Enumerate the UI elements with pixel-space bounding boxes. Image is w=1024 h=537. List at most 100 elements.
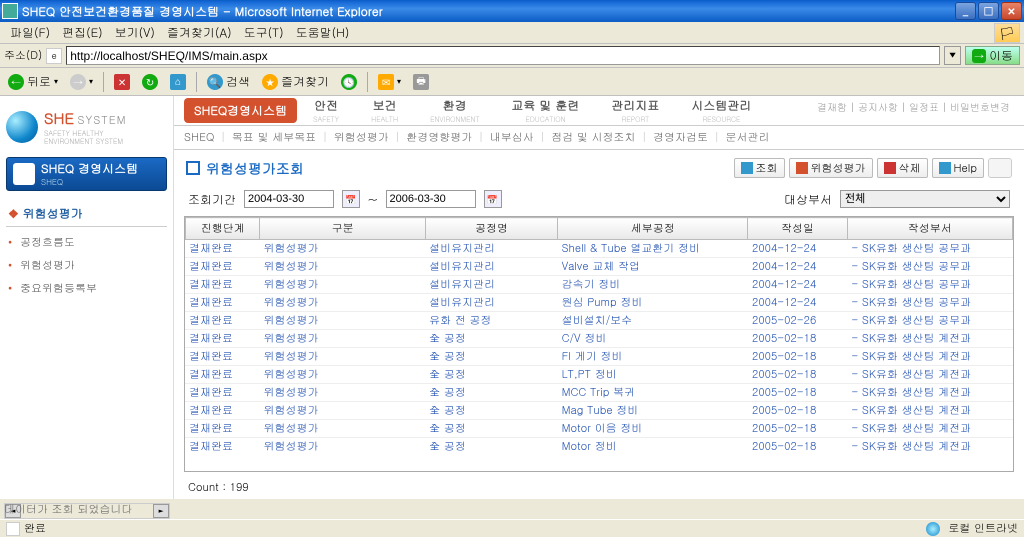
column-header[interactable]: 진행단계 bbox=[186, 218, 260, 240]
topnav-tab[interactable]: 관리지표REPORT bbox=[595, 97, 675, 124]
go-arrow-icon: → bbox=[972, 49, 986, 63]
riskassess-icon bbox=[796, 162, 808, 174]
date-from-input[interactable] bbox=[244, 190, 334, 208]
grid-body-scroll[interactable]: 결재완료위험성평가설비유지관리Shell & Tube 열교환기 정비2004-… bbox=[185, 240, 1013, 452]
forward-button[interactable]: →▾ bbox=[66, 71, 97, 93]
table-row[interactable]: 결재완료위험성평가설비유지관리Valve 교체 작업2004-12-24- SK… bbox=[185, 258, 1013, 276]
table-row[interactable]: 결재완료위험성평가全 공정C/V 정비2005-02-18- SK유화 생산팀 … bbox=[185, 330, 1013, 348]
topnav-tab[interactable]: 교육 및 훈련EDUCATION bbox=[495, 97, 595, 124]
topnav-tab[interactable]: 시스템관리RESOURCE bbox=[675, 97, 767, 124]
util-link[interactable]: 공지사항 bbox=[858, 100, 898, 114]
nav-title-icon: ❖ bbox=[8, 205, 19, 222]
nav-item[interactable]: 중요위험등록부 bbox=[6, 277, 167, 300]
nav-section-title: ❖위험성평가 bbox=[6, 201, 167, 227]
minimize-button[interactable]: _ bbox=[955, 2, 976, 20]
table-row[interactable]: 결재완료위험성평가全 공정Motor 정비2005-02-18- SK유화 생산… bbox=[185, 438, 1013, 453]
go-button[interactable]: →이동 bbox=[965, 46, 1020, 65]
sheq-system-button[interactable]: SHEQ 경영시스템 SHEQ bbox=[6, 157, 167, 191]
subnav-item[interactable]: 환경영향평가 bbox=[406, 130, 472, 145]
dept-select[interactable]: 전체 bbox=[840, 190, 1010, 208]
column-header[interactable]: 작성일 bbox=[748, 218, 847, 240]
topnav-tab[interactable]: SHEQ경영시스템 bbox=[184, 98, 297, 123]
close-button[interactable]: ✕ bbox=[1001, 2, 1022, 20]
subnav-item[interactable]: SHEQ bbox=[184, 130, 214, 145]
plug-icon bbox=[988, 158, 1012, 178]
column-header[interactable]: 구분 bbox=[260, 218, 425, 240]
table-row[interactable]: 결재완료위험성평가설비유지관리원심 Pump 정비2004-12-24- SK유… bbox=[185, 294, 1013, 312]
status-done-icon bbox=[6, 522, 20, 536]
subnav-item[interactable]: 경영자검토 bbox=[653, 130, 708, 145]
action-delete[interactable]: 삭제 bbox=[877, 158, 928, 178]
menu-item[interactable]: 도구(T) bbox=[238, 22, 290, 43]
maximize-button[interactable]: □ bbox=[978, 2, 999, 20]
table-row[interactable]: 결재완료위험성평가全 공정LT,PT 정비2005-02-18- SK유화 생산… bbox=[185, 366, 1013, 384]
menu-item[interactable]: 도움말(H) bbox=[290, 22, 356, 43]
mail-icon: ✉ bbox=[378, 74, 394, 90]
subnav-item[interactable]: 위험성평가 bbox=[334, 130, 389, 145]
table-row[interactable]: 결재완료위험성평가全 공정MCC Trip 복귀2005-02-18- SK유화… bbox=[185, 384, 1013, 402]
sub-nav: SHEQ|목표 및 세부목표|위험성평가|환경영향평가|내부심사|점검 및 시정… bbox=[174, 126, 1024, 150]
home-button[interactable]: ⌂ bbox=[166, 71, 190, 93]
favorites-button[interactable]: ★즐겨찾기 bbox=[258, 71, 333, 93]
subnav-item[interactable]: 내부심사 bbox=[490, 130, 534, 145]
sidebar: SHE SYSTEM SAFETY HEALTHY ENVIRONMENT SY… bbox=[0, 96, 174, 499]
print-button[interactable]: 🖶 bbox=[409, 71, 433, 93]
mail-button[interactable]: ✉▾ bbox=[374, 71, 405, 93]
dept-label: 대상부서 bbox=[784, 191, 832, 208]
subnav-item[interactable]: 점검 및 시정조치 bbox=[551, 130, 635, 145]
help-icon bbox=[939, 162, 951, 174]
topnav-tab[interactable]: 환경ENVIRONMENT bbox=[414, 97, 495, 124]
menu-item[interactable]: 편집(E) bbox=[56, 22, 109, 43]
table-row[interactable]: 결재완료위험성평가설비유지관리Shell & Tube 열교환기 정비2004-… bbox=[185, 240, 1013, 258]
address-input[interactable] bbox=[66, 46, 940, 65]
address-dropdown[interactable]: ▼ bbox=[944, 46, 961, 65]
util-link[interactable]: 비밀번호변경 bbox=[950, 100, 1010, 114]
loading-status: 데이터가 조회 되었습니다 bbox=[4, 502, 132, 517]
column-header[interactable]: 공정명 bbox=[425, 218, 557, 240]
status-right: 로컬 인트라넷 bbox=[948, 521, 1018, 536]
stop-button[interactable]: ✕ bbox=[110, 71, 134, 93]
refresh-button[interactable]: ↻ bbox=[138, 71, 162, 93]
util-link[interactable]: 일정표 bbox=[909, 100, 939, 114]
page-actions: 조회 위험성평가 삭제 Help bbox=[734, 158, 1012, 178]
scroll-right-button[interactable]: ► bbox=[153, 504, 169, 518]
action-riskassess[interactable]: 위험성평가 bbox=[789, 158, 873, 178]
back-button[interactable]: ←뒤로▾ bbox=[4, 71, 62, 93]
action-query[interactable]: 조회 bbox=[734, 158, 785, 178]
history-button[interactable]: 🕓 bbox=[337, 71, 361, 93]
subnav-item[interactable]: 목표 및 세부목표 bbox=[232, 130, 316, 145]
menu-item[interactable]: 즐겨찾기(A) bbox=[161, 22, 238, 43]
topnav-tab[interactable]: 보건HEALTH bbox=[355, 97, 414, 124]
grid-header-table: 진행단계구분공정명세부공정작성일작성부서 bbox=[185, 217, 1013, 240]
subnav-item[interactable]: 문서관리 bbox=[726, 130, 770, 145]
menu-item[interactable]: 파일(F) bbox=[4, 22, 56, 43]
stop-icon: ✕ bbox=[114, 74, 130, 90]
delete-icon bbox=[884, 162, 896, 174]
util-sep: | bbox=[850, 100, 855, 114]
nav-item[interactable]: 위험성평가 bbox=[6, 254, 167, 277]
status-bar: 완료 로컬 인트라넷 bbox=[0, 519, 1024, 537]
menu-item[interactable]: 보기(V) bbox=[109, 22, 161, 43]
action-help[interactable]: Help bbox=[932, 158, 984, 178]
grid-body-table: 결재완료위험성평가설비유지관리Shell & Tube 열교환기 정비2004-… bbox=[185, 240, 1013, 452]
util-link[interactable]: 결재함 bbox=[817, 100, 847, 114]
topnav-tab[interactable]: 안전SAFETY bbox=[297, 97, 355, 124]
column-header[interactable]: 작성부서 bbox=[847, 218, 1012, 240]
util-sep: | bbox=[942, 100, 947, 114]
table-row[interactable]: 결재완료위험성평가全 공정FI 게기 정비2005-02-18- SK유화 생산… bbox=[185, 348, 1013, 366]
search-button[interactable]: 🔍검색 bbox=[203, 71, 254, 93]
table-row[interactable]: 결재완료위험성평가全 공정Mag Tube 정비2005-02-18- SK유화… bbox=[185, 402, 1013, 420]
table-row[interactable]: 결재완료위험성평가유화 전 공정설비설치/보수2005-02-26- SK유화 … bbox=[185, 312, 1013, 330]
date-tilde: ~ bbox=[368, 191, 378, 208]
calendar-to-icon[interactable]: 📅 bbox=[484, 190, 502, 208]
table-row[interactable]: 결재완료위험성평가설비유지관리감속기 정비2004-12-24- SK유화 생산… bbox=[185, 276, 1013, 294]
column-header[interactable]: 세부공정 bbox=[558, 218, 748, 240]
nav-item[interactable]: 공정흐름도 bbox=[6, 231, 167, 254]
calendar-from-icon[interactable]: 📅 bbox=[342, 190, 360, 208]
page-title-icon bbox=[186, 161, 200, 175]
search-icon: 🔍 bbox=[207, 74, 223, 90]
util-links: 결재함|공지사항|일정표|비밀번호변경 bbox=[817, 100, 1010, 114]
history-icon: 🕓 bbox=[341, 74, 357, 90]
date-to-input[interactable] bbox=[386, 190, 476, 208]
table-row[interactable]: 결재완료위험성평가全 공정Motor 이음 정비2005-02-18- SK유화… bbox=[185, 420, 1013, 438]
